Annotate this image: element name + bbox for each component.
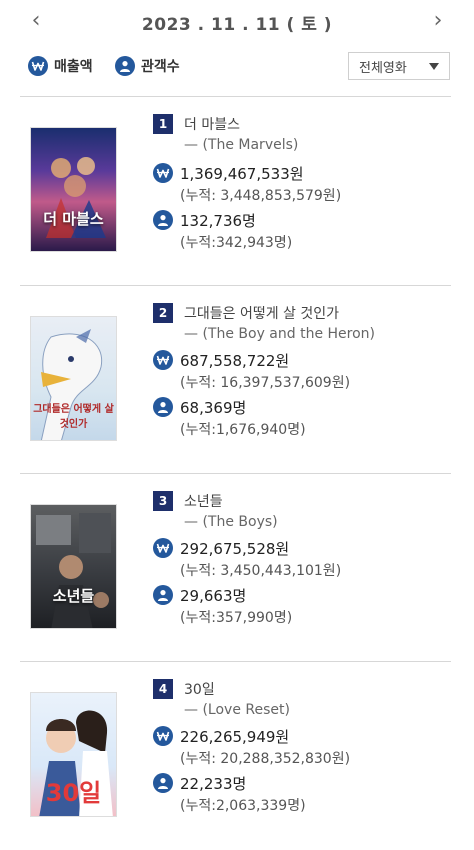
cumulative-audience: (누적:1,676,940명) xyxy=(180,422,306,438)
movie-title-english: — (Love Reset) xyxy=(184,702,290,718)
date-title: 2023 . 11 . 11 ( 토 ) xyxy=(141,15,333,35)
movie-item[interactable]: 그대들은 어떻게 살것인가 2 그대들은 어떻게 살 것인가 — (The Bo… xyxy=(20,286,451,474)
legend-audience: 관객수 xyxy=(115,56,180,76)
poster-title-text: 30일 xyxy=(45,779,102,807)
person-icon xyxy=(153,773,173,793)
movie-title-english: — (The Marvels) xyxy=(184,137,299,153)
cumulative-sales: (누적: 20,288,352,830원) xyxy=(180,751,351,767)
cumulative-audience: (누적:2,063,339명) xyxy=(180,798,306,814)
legend-sales: 매출액 xyxy=(28,56,93,76)
daily-sales: 1,369,467,533원 xyxy=(180,165,304,183)
legend-bar: 매출액 관객수 전체영화 xyxy=(26,52,452,82)
person-icon xyxy=(115,56,135,76)
rank-badge: 2 xyxy=(153,303,173,323)
cumulative-sales: (누적: 16,397,537,609원) xyxy=(180,375,351,391)
cumulative-sales: (누적: 3,450,443,101원) xyxy=(180,563,342,579)
daily-sales: 292,675,528원 xyxy=(180,540,290,558)
movie-title-korean[interactable]: 그대들은 어떻게 살 것인가 xyxy=(184,303,339,323)
person-icon xyxy=(153,397,173,417)
won-icon xyxy=(28,56,48,76)
person-icon xyxy=(153,585,173,605)
poster-title-text: 소년들 xyxy=(52,587,95,605)
movie-item[interactable]: 소년들 3 소년들 — (The Boys) 292,675,528원 (누적:… xyxy=(20,474,451,662)
date-navigation: ‹ 2023 . 11 . 11 ( 토 ) › xyxy=(0,0,474,44)
legend-sales-label: 매출액 xyxy=(54,59,93,75)
poster-image[interactable]: 그대들은 어떻게 살것인가 xyxy=(30,316,117,441)
movie-title-english: — (The Boy and the Heron) xyxy=(184,326,376,342)
rank-badge: 3 xyxy=(153,491,173,511)
chevron-right-icon[interactable]: › xyxy=(426,9,450,33)
movie-title-korean[interactable]: 소년들 xyxy=(184,491,223,511)
daily-sales: 687,558,722원 xyxy=(180,352,290,370)
legend-audience-label: 관객수 xyxy=(141,59,180,75)
poster-image[interactable]: 30일 xyxy=(30,692,117,817)
movie-title-korean[interactable]: 30일 xyxy=(184,679,215,699)
movie-item[interactable]: 30일 4 30일 — (Love Reset) 226,265,949원 (누… xyxy=(20,662,451,850)
movie-filter-dropdown[interactable]: 전체영화 xyxy=(348,52,450,80)
rank-badge: 4 xyxy=(153,679,173,699)
poster-image[interactable]: 더 마블스 xyxy=(30,127,117,252)
poster-title-text: 그대들은 어떻게 살것인가 xyxy=(33,404,114,430)
movie-item[interactable]: 더 마블스 1 더 마블스 — (The Marvels) 1,369,467,… xyxy=(20,97,451,285)
cumulative-sales: (누적: 3,448,853,579원) xyxy=(180,188,342,204)
won-icon xyxy=(153,538,173,558)
cumulative-audience: (누적:357,990명) xyxy=(180,610,293,626)
daily-sales: 226,265,949원 xyxy=(180,728,290,746)
rank-badge: 1 xyxy=(153,114,173,134)
daily-audience: 29,663명 xyxy=(180,587,247,605)
caret-down-icon xyxy=(429,62,439,70)
poster-title-text: 더 마블스 xyxy=(43,210,104,228)
won-icon xyxy=(153,350,173,370)
daily-audience: 22,233명 xyxy=(180,775,247,793)
daily-audience: 68,369명 xyxy=(180,399,247,417)
cumulative-audience: (누적:342,943명) xyxy=(180,235,293,251)
daily-audience: 132,736명 xyxy=(180,212,256,230)
movie-title-korean[interactable]: 더 마블스 xyxy=(184,114,240,134)
movie-title-english: — (The Boys) xyxy=(184,514,278,530)
won-icon xyxy=(153,726,173,746)
won-icon xyxy=(153,163,173,183)
person-icon xyxy=(153,210,173,230)
poster-image[interactable]: 소년들 xyxy=(30,504,117,629)
filter-selected-value: 전체영화 xyxy=(359,60,407,76)
